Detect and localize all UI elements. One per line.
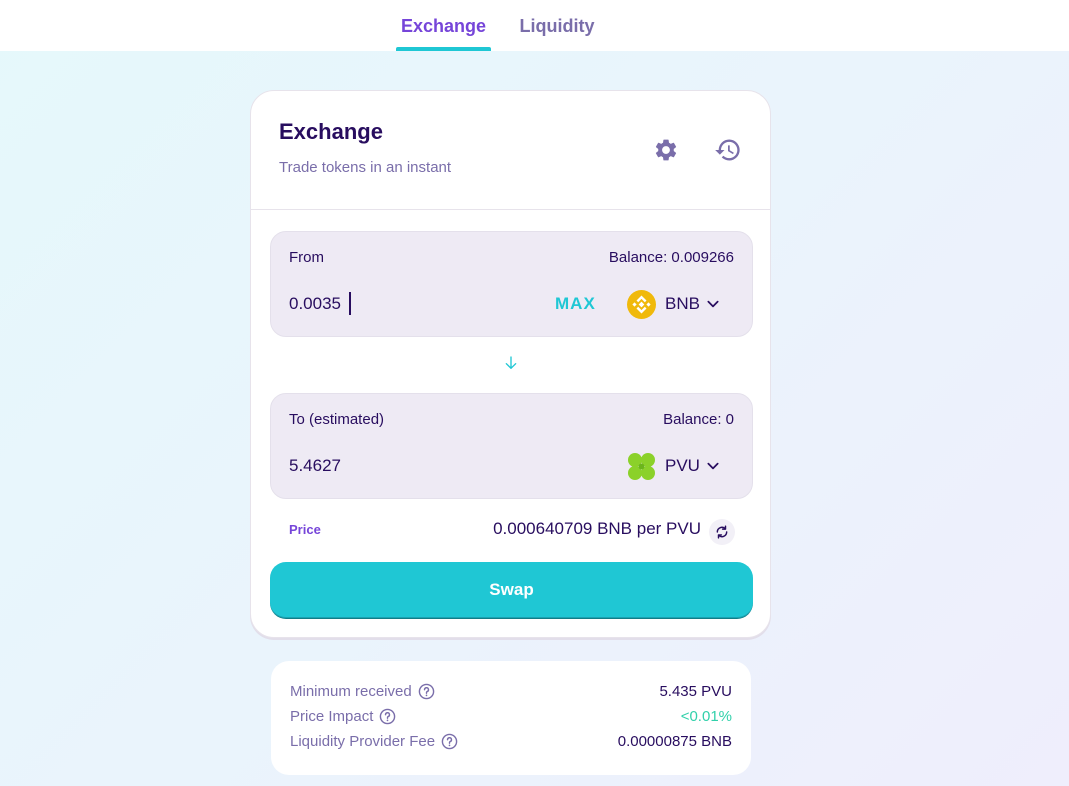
gear-icon bbox=[655, 139, 677, 161]
page-subtitle: Trade tokens in an instant bbox=[279, 159, 452, 176]
from-balance: Balance: 0.009266 bbox=[608, 249, 734, 266]
to-label: To (estimated) bbox=[289, 411, 385, 428]
to-token-select[interactable]: PVU bbox=[627, 450, 720, 482]
exchange-card: Exchange Trade tokens in an instant From… bbox=[250, 90, 771, 638]
switch-direction-button[interactable] bbox=[503, 355, 519, 371]
swap-button[interactable]: Swap bbox=[270, 562, 753, 619]
top-nav: Exchange Liquidity bbox=[0, 0, 1069, 51]
to-amount-input[interactable] bbox=[289, 454, 489, 478]
chevron-down-icon bbox=[707, 300, 719, 308]
help-icon[interactable] bbox=[379, 708, 396, 725]
tab-exchange[interactable]: Exchange bbox=[396, 16, 491, 51]
tab-liquidity[interactable]: Liquidity bbox=[512, 16, 602, 51]
trade-details: Minimum received 5.435 PVU Price Impact … bbox=[271, 661, 751, 775]
price-impact-label: Price Impact bbox=[290, 708, 374, 725]
invert-price-button[interactable] bbox=[709, 519, 735, 545]
bnb-token-icon bbox=[627, 289, 656, 319]
lp-fee-label: Liquidity Provider Fee bbox=[290, 733, 436, 750]
history-button[interactable] bbox=[713, 135, 743, 165]
from-amount-input[interactable] bbox=[289, 292, 489, 316]
clover-token-icon bbox=[627, 452, 656, 481]
arrow-down-icon bbox=[505, 356, 517, 369]
settings-button[interactable] bbox=[651, 135, 681, 165]
from-panel: From Balance: 0.009266 MAX BNB bbox=[270, 231, 753, 337]
max-button[interactable]: MAX bbox=[555, 294, 596, 314]
minimum-received-label: Minimum received bbox=[290, 683, 412, 700]
history-icon bbox=[715, 139, 740, 161]
chevron-down-icon bbox=[707, 462, 719, 470]
detail-row: Liquidity Provider Fee 0.00000875 BNB bbox=[290, 733, 732, 753]
card-header: Exchange Trade tokens in an instant bbox=[251, 91, 770, 210]
detail-row: Price Impact <0.01% bbox=[290, 708, 732, 728]
price-label: Price bbox=[289, 522, 321, 537]
text-caret bbox=[349, 292, 351, 315]
help-icon[interactable] bbox=[418, 683, 435, 700]
to-token-name: PVU bbox=[665, 456, 700, 475]
to-balance: Balance: 0 bbox=[663, 411, 734, 428]
price-impact-value: <0.01% bbox=[680, 708, 732, 725]
to-panel: To (estimated) Balance: 0 PVU bbox=[270, 393, 753, 499]
help-icon[interactable] bbox=[441, 733, 458, 750]
detail-row: Minimum received 5.435 PVU bbox=[290, 683, 732, 703]
price-row: Price 0.000640709 BNB per PVU bbox=[289, 519, 735, 545]
price-value: 0.000640709 BNB per PVU bbox=[493, 519, 701, 538]
from-token-select[interactable]: BNB bbox=[627, 288, 720, 320]
minimum-received-value: 5.435 PVU bbox=[659, 683, 732, 700]
from-label: From bbox=[289, 249, 324, 266]
lp-fee-value: 0.00000875 BNB bbox=[617, 733, 732, 750]
page-title: Exchange bbox=[279, 119, 383, 144]
from-token-name: BNB bbox=[665, 294, 700, 313]
refresh-icon bbox=[716, 525, 728, 539]
